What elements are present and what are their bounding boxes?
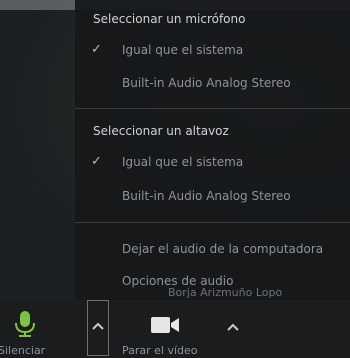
- video-camera-icon: [151, 317, 179, 333]
- microphone-option-label: Igual que el sistema: [122, 43, 244, 57]
- chevron-up-icon: [227, 323, 239, 331]
- chevron-up-icon: [92, 322, 104, 330]
- meeting-toolbar: Silenciar Parar el vídeo: [0, 300, 350, 358]
- leave-computer-audio-item[interactable]: Dejar el audio de la computadora: [122, 242, 323, 256]
- mute-label: Silenciar: [0, 344, 46, 357]
- participant-name: Borja Arizmuño Lopo: [168, 286, 283, 299]
- divider: [75, 222, 350, 223]
- speaker-option-label: Igual que el sistema: [122, 155, 244, 169]
- check-icon: ✓: [91, 154, 102, 169]
- check-icon: ✓: [91, 42, 102, 57]
- speaker-option-label: Built-in Audio Analog Stereo: [122, 189, 291, 203]
- microphone-icon: [15, 311, 35, 337]
- audio-options-caret-button[interactable]: [87, 300, 109, 356]
- audio-menu: Seleccionar un micrófono ✓ Igual que el …: [75, 0, 350, 300]
- divider: [75, 108, 350, 109]
- stop-video-label: Parar el vídeo: [122, 344, 198, 357]
- speaker-section-title: Seleccionar un altavoz: [93, 124, 229, 138]
- microphone-option-label: Built-in Audio Analog Stereo: [122, 76, 291, 90]
- microphone-section-title: Seleccionar un micrófono: [93, 12, 246, 26]
